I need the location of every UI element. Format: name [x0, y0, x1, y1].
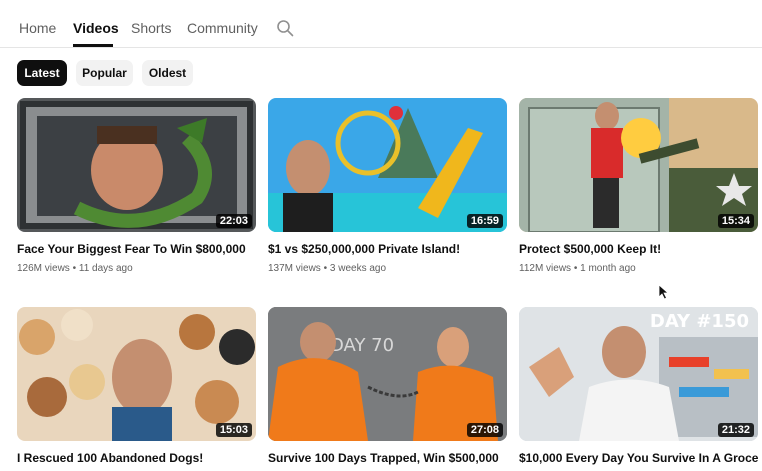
tab-home[interactable]: Home [19, 20, 56, 36]
video-thumbnail[interactable]: DAY #150 21:32 [519, 307, 758, 441]
video-title[interactable]: $10,000 Every Day You Survive In A Groce… [519, 451, 758, 465]
tab-shorts[interactable]: Shorts [131, 20, 171, 36]
video-duration: 27:08 [466, 423, 503, 437]
video-thumbnail[interactable]: 15:34 [519, 98, 758, 232]
tab-videos[interactable]: Videos [73, 20, 119, 36]
video-title[interactable]: Face Your Biggest Fear To Win $800,000 [17, 242, 256, 256]
video-meta: 137M views • 3 weeks ago [268, 263, 386, 274]
view-count: 126M views [17, 263, 70, 274]
video-duration: 15:03 [215, 423, 252, 437]
meta-separator: • [323, 263, 328, 274]
chip-latest[interactable]: Latest [17, 60, 67, 86]
video-title[interactable]: I Rescued 100 Abandoned Dogs! [17, 451, 256, 465]
video-meta: 112M views • 1 month ago [519, 263, 636, 274]
view-count: 137M views [268, 263, 321, 274]
video-title[interactable]: Protect $500,000 Keep It! [519, 242, 758, 256]
meta-separator: • [573, 263, 578, 274]
mouse-cursor-icon [658, 284, 670, 300]
video-title[interactable]: Survive 100 Days Trapped, Win $500,000 [268, 451, 507, 465]
chip-popular[interactable]: Popular [76, 60, 133, 86]
search-icon[interactable] [276, 19, 294, 37]
thumbnail-wall-scrawl: DAY 70 [330, 335, 394, 356]
video-duration: 16:59 [466, 214, 503, 228]
video-thumbnail[interactable]: DAY 70 27:08 [268, 307, 507, 441]
video-duration: 15:34 [717, 214, 754, 228]
video-meta: 126M views • 11 days ago [17, 263, 133, 274]
video-thumbnail[interactable]: 16:59 [268, 98, 507, 232]
video-thumbnail[interactable]: 22:03 [17, 98, 256, 232]
channel-tabs: Home Videos Shorts Community [0, 0, 762, 48]
upload-age: 1 month ago [580, 263, 636, 274]
view-count: 112M views [519, 263, 572, 274]
video-thumbnail[interactable]: 15:03 [17, 307, 256, 441]
tab-community[interactable]: Community [187, 20, 258, 36]
thumbnail-day-badge: DAY #150 [650, 311, 749, 332]
upload-age: 3 weeks ago [329, 263, 387, 274]
active-tab-indicator [73, 44, 113, 47]
video-title[interactable]: $1 vs $250,000,000 Private Island! [268, 242, 507, 256]
chip-oldest[interactable]: Oldest [142, 60, 193, 86]
video-duration: 22:03 [215, 214, 252, 228]
video-duration: 21:32 [717, 423, 754, 437]
upload-age: 11 days ago [78, 263, 133, 274]
meta-separator: • [72, 263, 77, 274]
